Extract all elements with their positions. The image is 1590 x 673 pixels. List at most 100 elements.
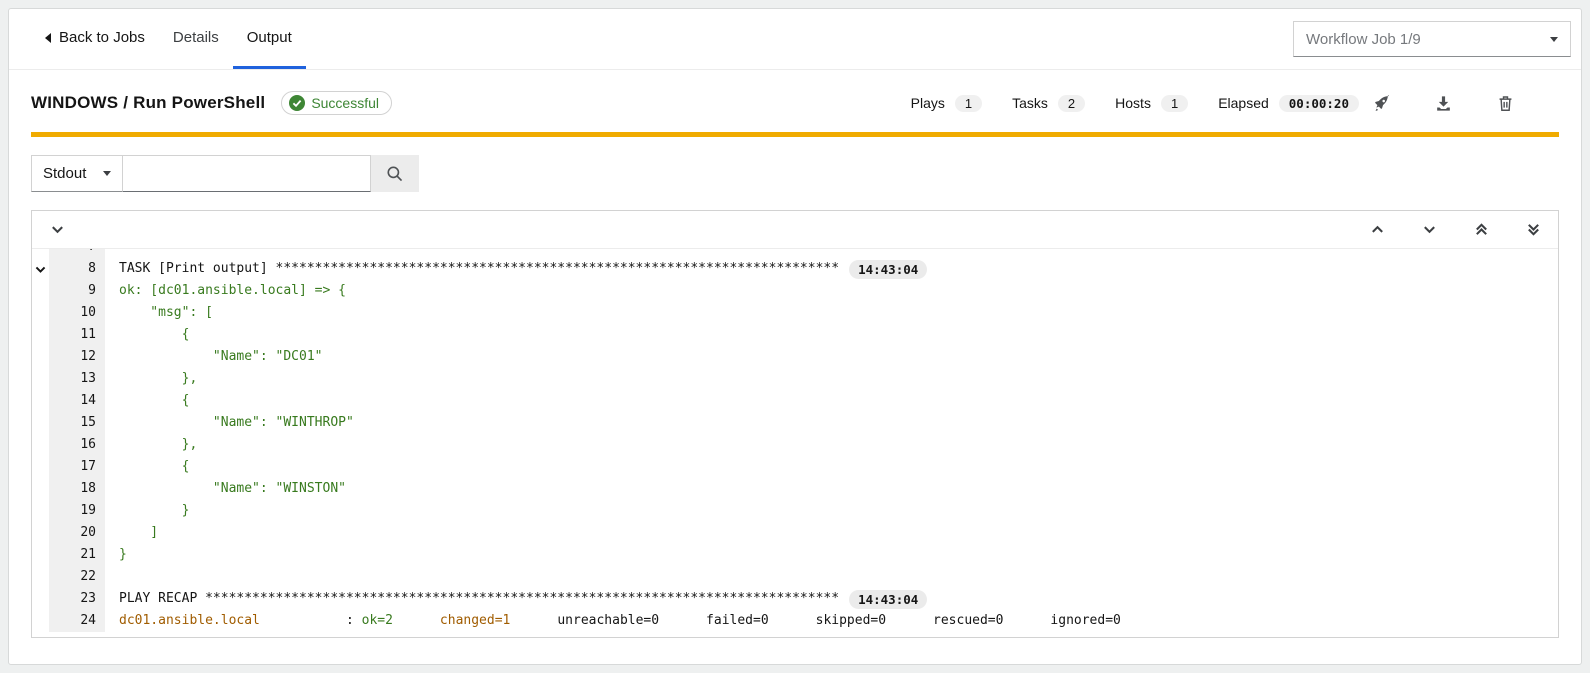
job-header: WINDOWS / Run PowerShell Successful Play… <box>9 70 1581 132</box>
console-line-text: dc01.ansible.local : ok=2 changed=1 unre… <box>105 610 1121 632</box>
expander-spacer <box>32 368 49 390</box>
console-line: 8TASK [Print output] *******************… <box>32 258 1558 280</box>
console-line-number: 21 <box>49 544 105 566</box>
job-status-accent-bar <box>31 132 1559 137</box>
scroll-previous-button[interactable] <box>1368 221 1386 239</box>
back-to-jobs-link[interactable]: Back to Jobs <box>31 9 159 69</box>
workflow-job-select[interactable]: Workflow Job 1/9 <box>1293 21 1571 57</box>
console-line-number: 16 <box>49 434 105 456</box>
console-text-segment: "Name": "DC01" <box>119 346 323 368</box>
console-text-segment: "msg": [ <box>119 302 213 324</box>
console-line-text: } <box>105 500 189 522</box>
console-line-text: ] <box>105 522 158 544</box>
chevron-up-icon <box>1370 222 1385 237</box>
chevron-down-icon <box>103 171 111 176</box>
console-text-segment: { <box>119 324 189 346</box>
expand-task-toggle[interactable] <box>32 258 49 280</box>
scroll-next-button[interactable] <box>1420 221 1438 239</box>
console-line-number: 9 <box>49 280 105 302</box>
caret-left-icon <box>45 33 51 43</box>
console-line-text: }, <box>105 368 197 390</box>
console-text-segment: ] <box>119 522 158 544</box>
expander-spacer <box>32 249 49 258</box>
console-line: 15 "Name": "WINTHROP" <box>32 412 1558 434</box>
stdout-panel-header <box>32 211 1558 249</box>
console-line: 21} <box>32 544 1558 566</box>
stat-label: Tasks <box>1012 95 1048 111</box>
rocket-icon <box>1372 94 1391 113</box>
status-badge[interactable]: Successful <box>281 91 392 115</box>
trash-icon <box>1496 94 1515 113</box>
console-line: 22 <box>32 566 1558 588</box>
console-text-segment: ok: [dc01.ansible.local] => { <box>119 280 346 302</box>
console-line-text: { <box>105 390 189 412</box>
collapse-all-button[interactable] <box>48 221 66 239</box>
console-line: 17 { <box>32 456 1558 478</box>
console-line-text: PLAY RECAP *****************************… <box>105 588 927 610</box>
relaunch-button[interactable] <box>1371 93 1391 113</box>
console-text-segment: dc01.ansible.local <box>119 610 260 632</box>
expander-spacer <box>32 324 49 346</box>
tab-output[interactable]: Output <box>233 9 306 69</box>
console-text-segment: ok=2 <box>362 610 393 632</box>
console-line: 9 ok: [dc01.ansible.local] => { <box>32 280 1558 302</box>
console-line-number: 17 <box>49 456 105 478</box>
console-line: 10 "msg": [ <box>32 302 1558 324</box>
job-actions <box>1371 93 1515 113</box>
expander-spacer <box>32 412 49 434</box>
console-line: 24dc01.ansible.local : ok=2 changed=1 un… <box>32 610 1558 632</box>
console-line: 13 }, <box>32 368 1558 390</box>
scroll-to-bottom-button[interactable] <box>1524 221 1542 239</box>
stat-label: Hosts <box>1115 95 1151 111</box>
tab-details[interactable]: Details <box>159 9 233 69</box>
console-text-segment: changed=1 <box>440 610 510 632</box>
console-line-text: "Name": "DC01" <box>105 346 323 368</box>
console-text-segment <box>393 610 440 632</box>
console-line-text: TASK [Print output] ********************… <box>105 258 927 280</box>
chevron-double-down-icon <box>1526 222 1541 237</box>
stat-value-badge: 2 <box>1058 95 1085 112</box>
timestamp-badge: 14:43:04 <box>849 260 927 279</box>
expander-spacer <box>32 302 49 324</box>
stat-hosts: Hosts1 <box>1115 95 1188 112</box>
stat-elapsed: Elapsed00:00:20 <box>1218 95 1359 112</box>
check-circle-icon <box>289 95 305 111</box>
delete-job-button[interactable] <box>1495 93 1515 113</box>
console-line: 14 { <box>32 390 1558 412</box>
console-line-number: 13 <box>49 368 105 390</box>
scroll-nav <box>1368 221 1542 239</box>
stat-plays: Plays1 <box>911 95 982 112</box>
console-line: 11 { <box>32 324 1558 346</box>
job-stats: Plays1 Tasks 2 Hosts1 Elapsed00:00:20 <box>911 95 1359 112</box>
console-line-text: "Name": "WINSTON" <box>105 478 346 500</box>
console-line-text: "Name": "WINTHROP" <box>105 412 354 434</box>
console-text-segment: { <box>119 390 189 412</box>
console-line-text: ok: [dc01.ansible.local] => { <box>105 280 346 302</box>
scroll-to-top-button[interactable] <box>1472 221 1490 239</box>
back-to-jobs-label: Back to Jobs <box>59 29 145 46</box>
console-line-text: { <box>105 324 189 346</box>
expander-spacer <box>32 566 49 588</box>
console-text-segment: } <box>119 544 127 566</box>
chevron-down-icon <box>34 263 47 276</box>
tab-bar: Back to Jobs Details Output Workflow Job… <box>9 9 1581 70</box>
console-line-text: }, <box>105 434 197 456</box>
console-text-segment: PLAY RECAP *****************************… <box>119 588 839 610</box>
search-button[interactable] <box>371 155 419 192</box>
stdout-filter-value: Stdout <box>43 165 86 182</box>
expander-spacer <box>32 500 49 522</box>
console-text-segment: "Name": "WINTHROP" <box>119 412 354 434</box>
stat-label: Elapsed <box>1218 95 1269 111</box>
page-title: WINDOWS / Run PowerShell <box>31 93 265 113</box>
status-badge-label: Successful <box>311 95 379 111</box>
console-text-segment: }, <box>119 368 197 390</box>
stdout-filter-dropdown[interactable]: Stdout <box>31 155 123 192</box>
expander-spacer <box>32 544 49 566</box>
expander-spacer <box>32 588 49 610</box>
console-text-segment: : <box>260 610 362 632</box>
console-line: 7 <box>32 249 1558 258</box>
search-input[interactable] <box>123 155 371 192</box>
expander-spacer <box>32 390 49 412</box>
chevron-down-icon <box>50 222 65 237</box>
download-output-button[interactable] <box>1433 93 1453 113</box>
